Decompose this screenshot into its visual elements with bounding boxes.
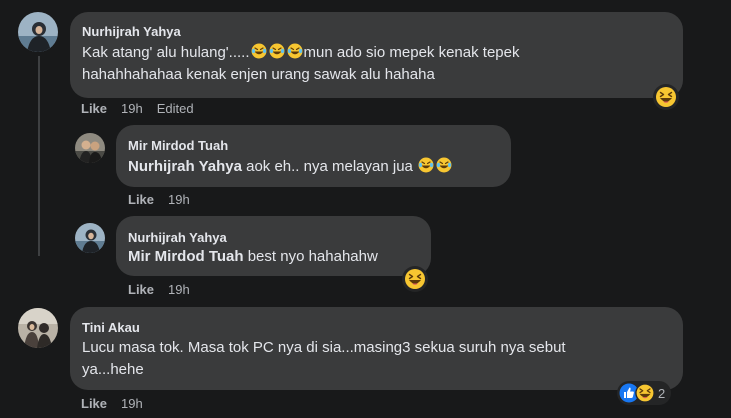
rofl-emoji-icon — [269, 43, 285, 59]
comment-text-part: mun ado sio mepek kenak tepek — [303, 44, 520, 61]
avatar[interactable] — [75, 133, 105, 163]
reaction-count: 2 — [658, 385, 666, 401]
comment-text: Kak atang' alu hulang'..... mun ado sio m… — [82, 42, 519, 86]
timestamp[interactable]: 19h — [121, 396, 143, 411]
comment-thread: Nurhijrah Yahya Kak atang' alu hulang'..… — [0, 0, 731, 418]
mention-link[interactable]: Nurhijrah Yahya — [128, 158, 242, 175]
laughing-squint-emoji-icon — [635, 383, 655, 403]
reply-bubble: Mir Mirdod Tuah Nurhijrah Yahya aok eh..… — [116, 125, 511, 187]
comment-text: Nurhijrah Yahya aok eh.. nya melayan jua — [128, 156, 453, 178]
edited-label[interactable]: Edited — [157, 101, 194, 116]
comment-text-part: ya...hehe — [82, 361, 144, 378]
comment-author[interactable]: Nurhijrah Yahya — [82, 24, 181, 39]
avatar[interactable] — [18, 12, 58, 52]
comment-meta: Like 19h — [81, 396, 157, 411]
comment-text: Lucu masa tok. Masa tok PC nya di sia...… — [82, 337, 566, 381]
reaction-count-badge[interactable]: 2 — [617, 381, 672, 405]
rofl-emoji-icon — [436, 157, 452, 173]
comment-text-part: Kak atang' alu hulang'..... — [82, 44, 250, 61]
comment-meta: Like 19h — [128, 282, 204, 297]
comment-meta: Like 19h Edited — [81, 101, 208, 116]
like-link[interactable]: Like — [81, 396, 107, 411]
timestamp[interactable]: 19h — [168, 192, 190, 207]
like-link[interactable]: Like — [128, 282, 154, 297]
reply-bubble: Nurhijrah Yahya Mir Mirdod Tuah best nyo… — [116, 216, 431, 276]
comment-text: Mir Mirdod Tuah best nyo hahahahw — [128, 246, 378, 268]
comment-author[interactable]: Nurhijrah Yahya — [128, 230, 227, 245]
comment-bubble: Nurhijrah Yahya Kak atang' alu hulang'..… — [70, 12, 683, 98]
reaction-badge[interactable] — [402, 266, 428, 292]
rofl-emoji-icon — [287, 43, 303, 59]
comment-text-part: Lucu masa tok. Masa tok PC nya di sia...… — [82, 339, 566, 356]
comment-text-part: best nyo hahahahw — [243, 248, 378, 265]
comment-text-part: hahahhahahaa kenak enjen urang sawak alu… — [82, 66, 435, 83]
rofl-emoji-icon — [251, 43, 267, 59]
mention-link[interactable]: Mir Mirdod Tuah — [128, 248, 244, 265]
laughing-squint-emoji-icon — [656, 87, 676, 107]
laughing-squint-emoji-icon — [405, 269, 425, 289]
timestamp[interactable]: 19h — [121, 101, 143, 116]
comment-author[interactable]: Tini Akau — [82, 320, 140, 335]
comment-text-part: aok eh.. nya melayan jua — [241, 158, 418, 175]
reply-thread-line — [38, 56, 40, 256]
avatar[interactable] — [75, 223, 105, 253]
like-link[interactable]: Like — [128, 192, 154, 207]
timestamp[interactable]: 19h — [168, 282, 190, 297]
rofl-emoji-icon — [418, 157, 434, 173]
avatar[interactable] — [18, 308, 58, 348]
reaction-badge[interactable] — [653, 84, 679, 110]
comment-bubble: Tini Akau Lucu masa tok. Masa tok PC nya… — [70, 307, 683, 390]
laughing-crying-emoji-group — [250, 43, 304, 61]
comment-author[interactable]: Mir Mirdod Tuah — [128, 138, 228, 153]
like-link[interactable]: Like — [81, 101, 107, 116]
comment-meta: Like 19h — [128, 192, 204, 207]
